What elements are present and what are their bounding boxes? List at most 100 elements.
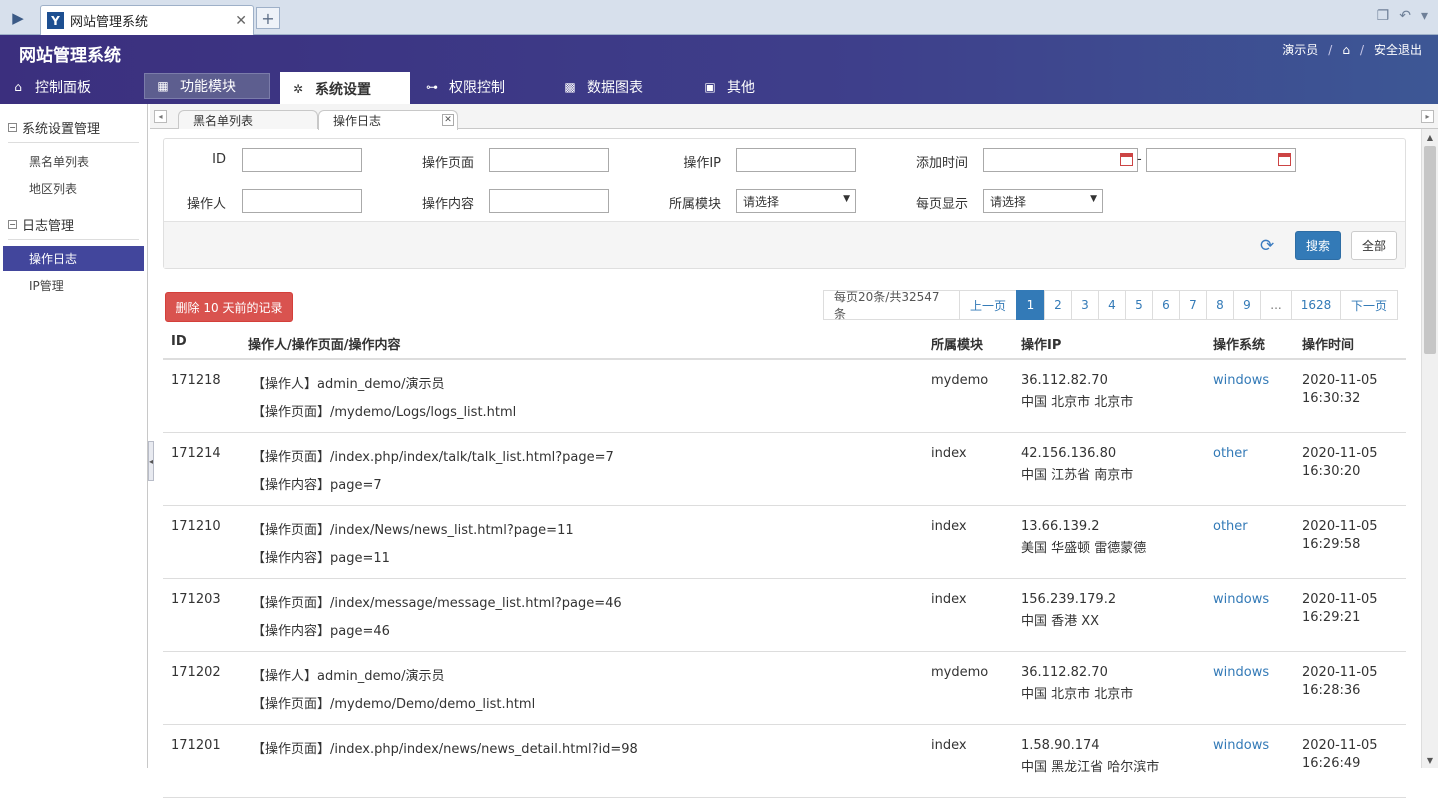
close-icon[interactable]: ✕ [442,114,454,126]
cell-os[interactable]: windows [1213,665,1269,680]
content-input[interactable] [489,189,609,213]
page-link[interactable]: 1 [1016,290,1045,320]
modules-icon: ▦ [157,79,169,93]
cell-id: 171203 [171,592,221,607]
content-tab-operation-log[interactable]: 操作日志 ✕ [318,110,458,130]
page-link[interactable]: 2 [1044,290,1072,320]
chevron-down-icon: ▼ [1090,194,1097,204]
select-value: 请选择 [743,195,780,209]
cell-date: 2020-11-05 [1302,665,1378,680]
header-module: 所属模块 [931,338,984,353]
nav-label: 其他 [727,80,755,96]
tab-scroll-right-icon[interactable]: ▸ [1421,110,1434,123]
table-row[interactable]: 171203 【操作页面】/index/message/message_list… [163,579,1406,652]
all-button[interactable]: 全部 [1351,231,1397,260]
nav-permissions[interactable]: ⊶ 权限控制 [414,70,552,104]
scrollbar-thumb[interactable] [1424,146,1436,354]
page-link[interactable]: 7 [1179,290,1207,320]
cell-time: 16:29:21 [1302,610,1361,625]
table-row[interactable]: 171202 【操作人】admin_demo/演示员 【操作页面】/mydemo… [163,652,1406,725]
page-input[interactable] [489,148,609,172]
cell-id: 171214 [171,446,221,461]
sidebar-toggle-icon[interactable]: ▶ [0,0,36,35]
undo-icon[interactable]: ↶ [1399,8,1411,24]
nav-label: 权限控制 [449,80,505,96]
user-bar: 演示员 / ⌂ / 安全退出 [1282,41,1422,58]
calendar-icon[interactable] [1278,153,1291,166]
sidebar-collapse-handle[interactable]: ◂ [148,441,154,481]
sidebar-item-regions[interactable]: 地区列表 [3,176,144,201]
home-icon[interactable]: ⌂ [1342,43,1350,57]
nav-label: 控制面板 [35,80,91,96]
sidebar-item-blacklist[interactable]: 黑名单列表 [3,149,144,174]
cell-id: 171210 [171,519,221,534]
scroll-down-icon[interactable]: ▼ [1422,752,1438,768]
calendar-icon[interactable] [1120,153,1133,166]
sidebar-group-system[interactable]: − 系统设置管理 [0,118,147,137]
table-row[interactable]: 171218 【操作人】admin_demo/演示员 【操作页面】/mydemo… [163,360,1406,433]
cell-os[interactable]: other [1213,519,1248,534]
sidebar-item-operation-log[interactable]: 操作日志 [3,246,144,271]
close-tab-icon[interactable]: ✕ [235,13,247,29]
start-date-field[interactable] [983,148,1138,172]
ip-input[interactable] [736,148,856,172]
per-page-select[interactable]: 请选择 ▼ [983,189,1103,213]
tab-scroll-left-icon[interactable]: ◂ [154,110,167,123]
cell-location: 中国 北京市 北京市 [1021,395,1134,410]
nav-dashboard[interactable]: ⌂ 控制面板 [0,70,140,104]
cell-module: mydemo [931,665,989,680]
cell-line1: 【操作人】admin_demo/演示员 [252,669,445,684]
page-link[interactable]: 6 [1152,290,1180,320]
content-tab-blacklist[interactable]: 黑名单列表 [178,110,318,129]
cell-line1: 【操作页面】/index/News/news_list.html?page=11 [252,523,574,538]
search-button[interactable]: 搜索 [1295,231,1341,260]
cell-line2: 【操作页面】/mydemo/Logs/logs_list.html [252,405,517,420]
nav-charts[interactable]: ▩ 数据图表 [552,70,692,104]
cell-location: 中国 香港 XX [1021,614,1100,629]
browser-tab[interactable]: Y 网站管理系统 ✕ [40,5,254,35]
header-time: 操作时间 [1302,338,1355,353]
page-link[interactable]: 8 [1206,290,1234,320]
cell-os[interactable]: windows [1213,592,1269,607]
current-user[interactable]: 演示员 [1282,41,1318,58]
page-link[interactable]: 3 [1071,290,1099,320]
tab-group-icon[interactable]: ❐ [1377,8,1390,24]
cell-ip: 36.112.82.70 [1021,665,1108,680]
table-row[interactable]: 171214 【操作页面】/index.php/index/talk/talk_… [163,433,1406,506]
module-select[interactable]: 请选择 ▼ [736,189,856,213]
sidebar-group-logs[interactable]: − 日志管理 [0,215,147,234]
scroll-up-icon[interactable]: ▲ [1422,129,1438,145]
cell-os[interactable]: other [1213,446,1248,461]
cell-os[interactable]: windows [1213,373,1269,388]
table-row[interactable]: 171201 【操作页面】/index.php/index/news/news_… [163,725,1406,798]
table-row[interactable]: 171210 【操作页面】/index/News/news_list.html?… [163,506,1406,579]
scrollbar[interactable]: ▲ ▼ [1421,129,1438,768]
refresh-icon[interactable]: ⟳ [1260,236,1274,256]
cell-location: 中国 北京市 北京市 [1021,687,1134,702]
id-input[interactable] [242,148,362,172]
next-page-link[interactable]: 下一页 [1340,290,1398,320]
cell-location: 中国 江苏省 南京市 [1021,468,1134,483]
logout-link[interactable]: 安全退出 [1374,41,1422,58]
end-date-field[interactable] [1146,148,1296,172]
nav-settings[interactable]: ✲ 系统设置 [280,72,410,105]
cell-location: 中国 黑龙江省 哈尔滨市 [1021,760,1160,775]
cell-os[interactable]: windows [1213,738,1269,753]
new-tab-button[interactable]: + [256,7,280,29]
site-logo-icon: Y [47,12,64,29]
app-header: 网站管理系统 演示员 / ⌂ / 安全退出 ⌂ 控制面板 ▦ 功能模块 ✲ 系统… [0,35,1438,105]
nav-modules[interactable]: ▦ 功能模块 [144,73,270,99]
sidebar-item-ip-manage[interactable]: IP管理 [3,273,144,298]
chevron-down-icon[interactable]: ▾ [1421,8,1428,24]
page-link[interactable]: 4 [1098,290,1126,320]
delete-old-records-button[interactable]: 删除 10 天前的记录 [165,292,293,322]
cell-time: 16:29:58 [1302,537,1361,552]
page-link[interactable]: 9 [1233,290,1261,320]
cell-location: 美国 华盛顿 雷德蒙德 [1021,541,1147,556]
last-page-link[interactable]: 1628 [1291,290,1341,320]
page-link[interactable]: 5 [1125,290,1153,320]
cell-module: index [931,738,967,753]
nav-other[interactable]: ▣ 其他 [692,70,792,104]
prev-page-link[interactable]: 上一页 [959,290,1017,320]
operator-input[interactable] [242,189,362,213]
